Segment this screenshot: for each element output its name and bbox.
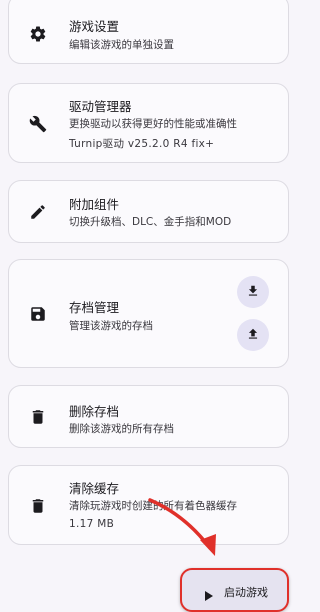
card-title: 游戏设置 bbox=[69, 19, 120, 34]
card-subtitle: 管理该游戏的存档 bbox=[69, 320, 153, 332]
launch-game-label: 启动游戏 bbox=[224, 586, 268, 599]
card-subtitle: 编辑该游戏的单独设置 bbox=[69, 39, 174, 51]
gear-icon bbox=[29, 25, 47, 43]
game-settings-card[interactable]: 游戏设置 编辑该游戏的单独设置 bbox=[8, 0, 289, 64]
download-icon bbox=[246, 283, 260, 302]
driver-version: Turnip驱动 v25.2.0 R4 fix+ bbox=[69, 138, 215, 150]
addons-card[interactable]: 附加组件 切换升级档、DLC、金手指和MOD bbox=[8, 180, 289, 243]
delete-saves-card[interactable]: 删除存档 删除该游戏的所有存档 bbox=[8, 385, 289, 448]
wrench-icon bbox=[29, 115, 47, 133]
card-subtitle: 清除玩游戏时创建的所有着色器缓存 bbox=[69, 500, 237, 512]
card-subtitle: 删除该游戏的所有存档 bbox=[69, 423, 174, 435]
cache-size: 1.17 MB bbox=[69, 518, 115, 530]
card-title: 附加组件 bbox=[69, 197, 120, 212]
trash-icon bbox=[29, 497, 47, 515]
clear-cache-card[interactable]: 清除缓存 清除玩游戏时创建的所有着色器缓存 1.17 MB bbox=[8, 465, 289, 545]
card-title: 驱动管理器 bbox=[69, 99, 132, 114]
card-subtitle: 切换升级档、DLC、金手指和MOD bbox=[69, 216, 232, 228]
driver-manager-card[interactable]: 驱动管理器 更换驱动以获得更好的性能或准确性 Turnip驱动 v25.2.0 … bbox=[8, 83, 289, 163]
floppy-disk-icon bbox=[29, 305, 47, 323]
trash-icon bbox=[29, 408, 47, 426]
play-icon bbox=[204, 586, 214, 601]
card-title: 清除缓存 bbox=[69, 481, 120, 496]
card-title: 存档管理 bbox=[69, 300, 120, 315]
card-title: 删除存档 bbox=[69, 404, 120, 419]
save-manager-card[interactable]: 存档管理 管理该游戏的存档 bbox=[8, 259, 289, 368]
upload-icon bbox=[246, 326, 260, 345]
upload-save-button[interactable] bbox=[237, 319, 269, 351]
launch-game-button[interactable]: 启动游戏 bbox=[180, 568, 289, 612]
pencil-icon bbox=[29, 203, 47, 221]
download-save-button[interactable] bbox=[237, 276, 269, 308]
card-subtitle: 更换驱动以获得更好的性能或准确性 bbox=[69, 118, 237, 130]
